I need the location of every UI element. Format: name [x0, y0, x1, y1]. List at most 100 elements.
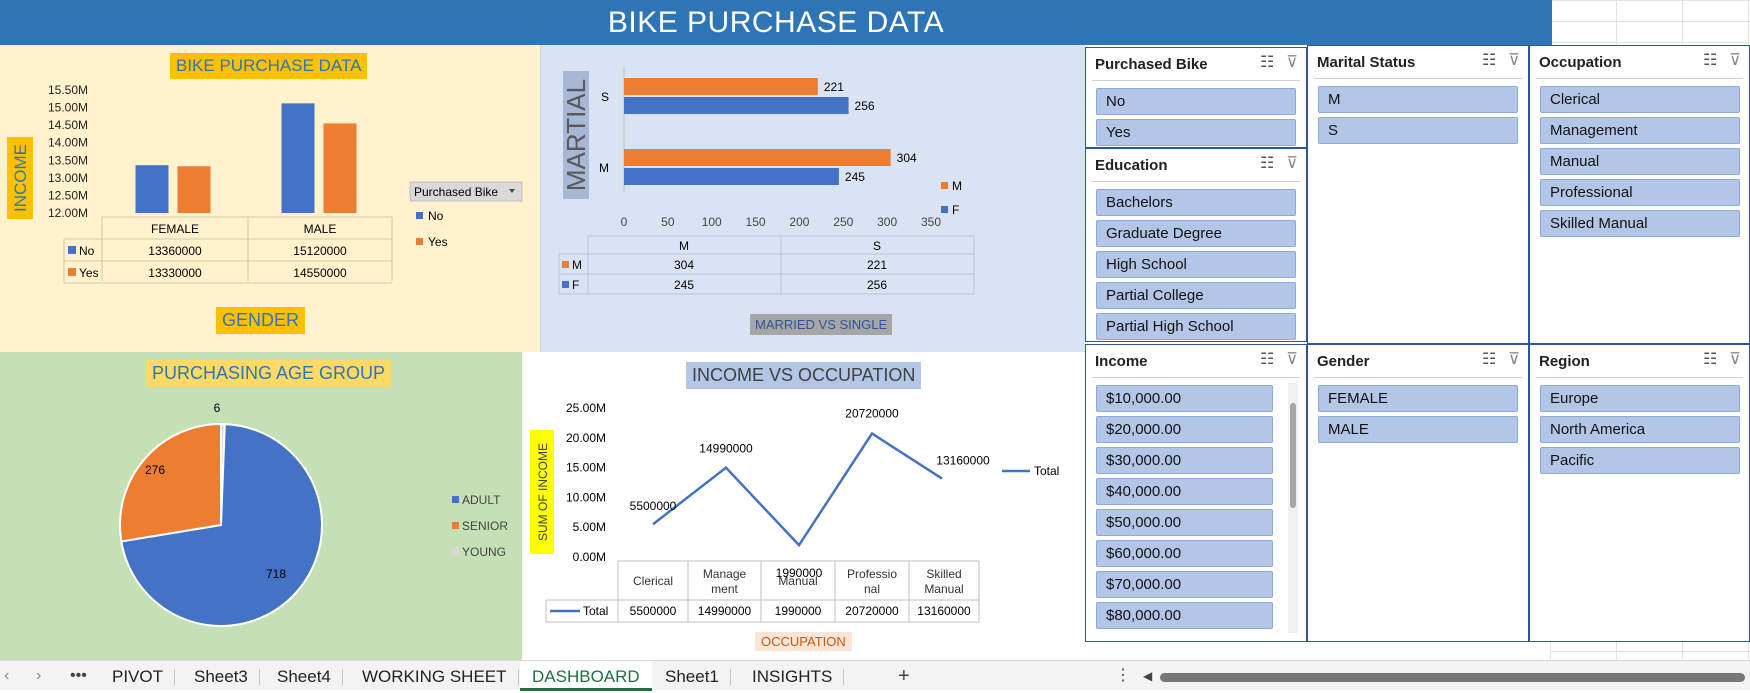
x-tick-label: 250 [833, 215, 853, 229]
slicer-education[interactable]: Education ☷ ⊽ Bachelors Graduate Degree Hi… [1085, 148, 1307, 342]
slicer-item[interactable]: North America [1540, 416, 1740, 443]
slicer-item[interactable]: $30,000.00 [1096, 447, 1273, 474]
gender-income-chart-panel[interactable]: BIKE PURCHASE DATA 15.50M 15.00M 14.50M 14.… [0, 45, 540, 352]
slicer-item[interactable]: M [1318, 86, 1518, 113]
multi-select-icon[interactable]: ☷ [1703, 52, 1717, 70]
sheet-tab-sheet3[interactable]: Sheet3 [182, 661, 260, 691]
slicer-title: Income [1095, 353, 1148, 370]
table-cell: 256 [867, 278, 887, 292]
multi-select-icon[interactable]: ☷ [1260, 351, 1274, 369]
sheet-tab-sheet1[interactable]: Sheet1 [653, 661, 731, 691]
slicer-item[interactable]: Pacific [1540, 447, 1740, 474]
legend-key [452, 522, 459, 529]
slicer-item[interactable]: $10,000.00 [1096, 385, 1273, 412]
multi-select-icon[interactable]: ☷ [1703, 351, 1717, 369]
slicer-item[interactable]: $40,000.00 [1096, 478, 1273, 505]
scroll-right-icon[interactable]: › [36, 661, 41, 691]
sheet-tab-sheet4[interactable]: Sheet4 [265, 661, 343, 691]
chart-title: BIKE PURCHASE DATA [170, 53, 368, 79]
y-tick-label: 13.50M [48, 153, 88, 167]
slicer-gender[interactable]: Gender ☷ ⊽ FEMALE MALE [1307, 344, 1529, 642]
add-sheet-button[interactable]: + [898, 661, 910, 691]
slicer-item[interactable]: Professional [1540, 179, 1740, 206]
clear-filter-icon[interactable]: ⊽ [1729, 52, 1741, 70]
slicer-marital-status[interactable]: Marital Status ☷ ⊽ MS [1307, 45, 1529, 344]
slicer-toolbar: ☷ ⊽ [1703, 52, 1741, 70]
clear-filter-icon[interactable]: ⊽ [1286, 351, 1298, 369]
scroll-left-arrow-icon[interactable]: ◀ [1143, 661, 1152, 691]
slicer-item[interactable]: S [1318, 117, 1518, 144]
slicer-item[interactable]: Management [1540, 117, 1740, 144]
slicer-income[interactable]: Income ☷ ⊽ $10,000.00 $20,000.00 $30,000.0… [1085, 344, 1307, 642]
slicer-item[interactable]: Bachelors [1096, 189, 1296, 216]
slicer-divider [1314, 78, 1522, 79]
slicer-item[interactable]: $60,000.00 [1096, 540, 1273, 567]
slicer-item[interactable]: Yes [1096, 119, 1296, 146]
data-label: 6 [214, 401, 221, 415]
chart-title: INCOME VS OCCUPATION [686, 362, 922, 389]
slicer-item[interactable]: Partial College [1096, 282, 1296, 309]
scroll-left-icon[interactable]: ‹ [4, 661, 9, 691]
scrollbar-thumb[interactable] [1290, 403, 1296, 508]
slicer-purchased-bike[interactable]: Purchased Bike ☷ ⊽ No Yes [1085, 47, 1307, 148]
sheet-tab-pivot[interactable]: PIVOT [100, 661, 176, 691]
y-tick-label: 0.00M [573, 550, 606, 564]
sheet-tab-insights[interactable]: INSIGHTS [740, 661, 845, 691]
multi-select-icon[interactable]: ☷ [1260, 54, 1274, 72]
slicer-title: Marital Status [1317, 54, 1416, 71]
bar [624, 97, 849, 114]
sheet-tab-working-sheet[interactable]: WORKING SHEET [350, 661, 519, 691]
occupation-chart-panel[interactable]: INCOME VS OCCUPATION 25.00M 20.00M 15.00M 1… [522, 352, 1085, 660]
slicer-item[interactable]: No [1096, 88, 1296, 115]
slicer-item[interactable]: Partial High School [1096, 313, 1296, 340]
legend-label: M [952, 179, 962, 193]
more-sheets-icon[interactable]: ••• [70, 661, 87, 691]
clear-filter-icon[interactable]: ⊽ [1508, 351, 1520, 369]
x-axis-title: MARRIED VS SINGLE [750, 314, 893, 335]
slicer-item[interactable]: High School [1096, 251, 1296, 278]
table-cell: 1990000 [775, 604, 822, 618]
horizontal-scrollbar[interactable] [1160, 673, 1745, 682]
clear-filter-icon[interactable]: ⊽ [1286, 155, 1298, 173]
bar [135, 165, 169, 213]
slicer-divider [1536, 78, 1743, 79]
slicer-item[interactable]: Manual [1540, 148, 1740, 175]
slicer-item[interactable]: Skilled Manual [1540, 210, 1740, 237]
slicer-scrollbar[interactable] [1288, 383, 1298, 633]
legend-key [941, 182, 948, 189]
multi-select-icon[interactable]: ☷ [1482, 351, 1496, 369]
age-group-chart-panel[interactable]: PURCHASING AGE GROUP 718 276 6 ADULT SENIOR Y… [0, 352, 522, 660]
slicer-toolbar: ☷ ⊽ [1482, 52, 1520, 70]
options-icon[interactable]: ⋮ [1115, 661, 1131, 691]
marital-chart-panel[interactable]: MARTIAL S 221 256 M 304 245 0 50 100 150 200 250 300 3… [540, 45, 1085, 352]
table-header: Skilled [926, 567, 961, 581]
slicer-item[interactable]: FEMALE [1318, 385, 1518, 412]
x-axis-title: OCCUPATION [755, 632, 852, 651]
slicer-item[interactable]: MALE [1318, 416, 1518, 443]
multi-select-icon[interactable]: ☷ [1482, 52, 1496, 70]
data-label: 256 [855, 99, 875, 113]
multi-select-icon[interactable]: ☷ [1260, 155, 1274, 173]
table-cell: 304 [674, 258, 694, 272]
slicer-item[interactable]: $50,000.00 [1096, 509, 1273, 536]
slicer-toolbar: ☷ ⊽ [1260, 54, 1298, 72]
sheet-tab-dashboard[interactable]: DASHBOARD [520, 661, 652, 691]
slicer-occupation[interactable]: Occupation ☷ ⊽ Clerical Management Manual P… [1529, 45, 1750, 344]
slicer-item[interactable]: Europe [1540, 385, 1740, 412]
slicer-toolbar: ☷ ⊽ [1260, 351, 1298, 369]
clear-filter-icon[interactable]: ⊽ [1508, 52, 1520, 70]
clear-filter-icon[interactable]: ⊽ [1729, 351, 1741, 369]
slicer-item[interactable]: Graduate Degree [1096, 220, 1296, 247]
slicer-region[interactable]: Region ☷ ⊽ Europe North America Pacific [1529, 344, 1750, 642]
slicer-item[interactable]: $70,000.00 [1096, 571, 1273, 598]
slicer-item[interactable]: $20,000.00 [1096, 416, 1273, 443]
x-tick-label: 300 [877, 215, 897, 229]
slicer-item[interactable]: $80,000.00 [1096, 602, 1273, 629]
legend-key [416, 238, 423, 245]
occupation-line-chart: 25.00M 20.00M 15.00M 10.00M 5.00M 0.00M SUM OF… [530, 401, 1059, 623]
table-row-label: No [79, 244, 95, 258]
clear-filter-icon[interactable]: ⊽ [1286, 54, 1298, 72]
legend-key [452, 548, 459, 555]
slicer-toolbar: ☷ ⊽ [1260, 155, 1298, 173]
slicer-item[interactable]: Clerical [1540, 86, 1740, 113]
